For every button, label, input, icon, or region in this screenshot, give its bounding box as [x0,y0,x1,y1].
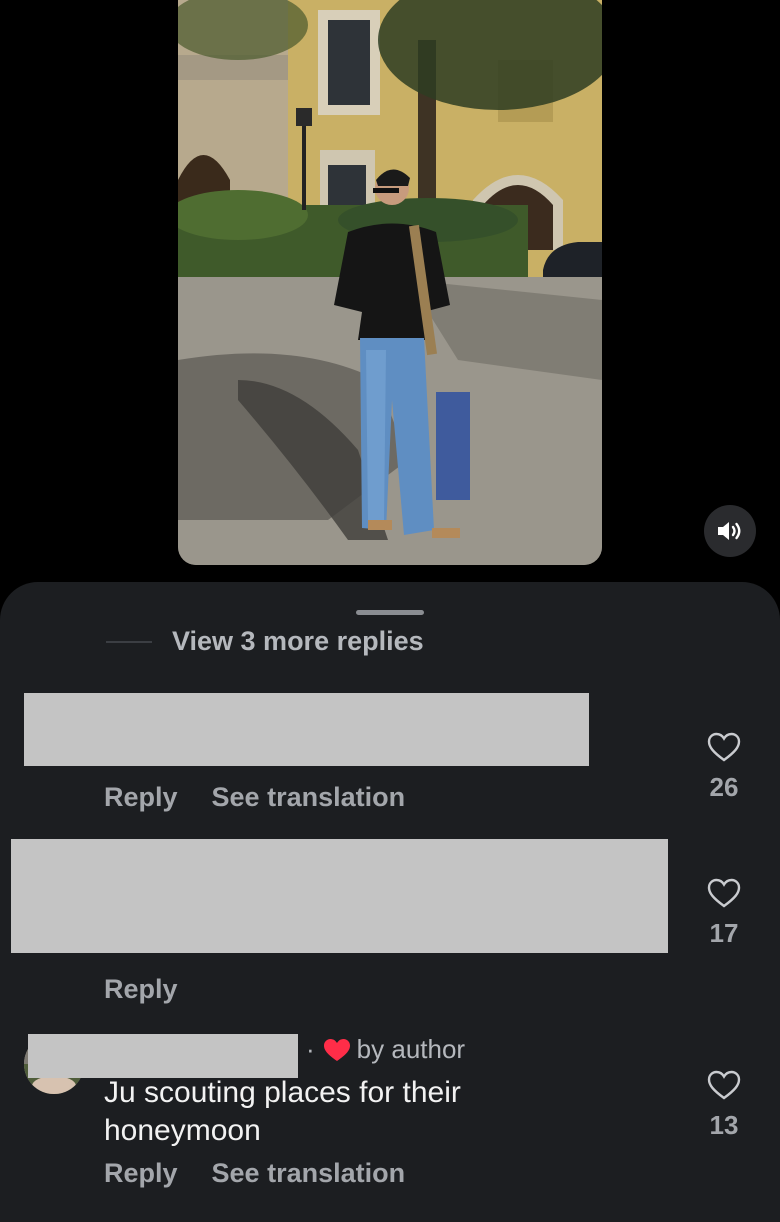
like-group: 26 [700,732,748,803]
redacted-comment-block [24,693,589,766]
see-translation-button[interactable]: See translation [212,782,406,813]
author-byline: · by author [306,1034,465,1065]
comments-sheet: View 3 more replies Reply See translatio… [0,582,780,1222]
like-group: 13 [700,1070,748,1141]
sheet-drag-handle[interactable] [356,610,424,615]
speaker-icon [718,522,741,540]
comment-actions: Reply See translation [104,782,405,813]
heart-filled-icon [323,1038,350,1061]
see-translation-button[interactable]: See translation [212,1158,406,1189]
comment-text: Ju scouting places for their honeymoon [104,1076,461,1147]
reply-button[interactable]: Reply [104,1158,178,1189]
redacted-username [28,1034,298,1078]
view-more-replies-label: View 3 more replies [172,626,424,656]
like-count: 26 [709,772,739,802]
reply-button[interactable]: Reply [104,974,178,1005]
view-more-replies[interactable]: View 3 more replies [106,626,424,657]
byline-separator: · [306,1034,315,1064]
comment-actions: Reply See translation [104,1158,405,1189]
like-count: 17 [709,918,739,948]
like-count: 13 [709,1110,739,1140]
redacted-comment-block [11,839,668,953]
heart-outline-icon[interactable] [707,1070,741,1100]
heart-outline-icon[interactable] [707,878,741,908]
like-group: 17 [700,878,748,949]
comment-actions: Reply [104,974,178,1005]
reply-button[interactable]: Reply [104,782,178,813]
by-author-label: by author [356,1034,466,1064]
thread-line [106,640,152,643]
sound-toggle-button[interactable] [704,505,756,557]
post-photo [178,0,602,565]
post-media[interactable] [178,0,602,565]
heart-outline-icon[interactable] [707,732,741,762]
